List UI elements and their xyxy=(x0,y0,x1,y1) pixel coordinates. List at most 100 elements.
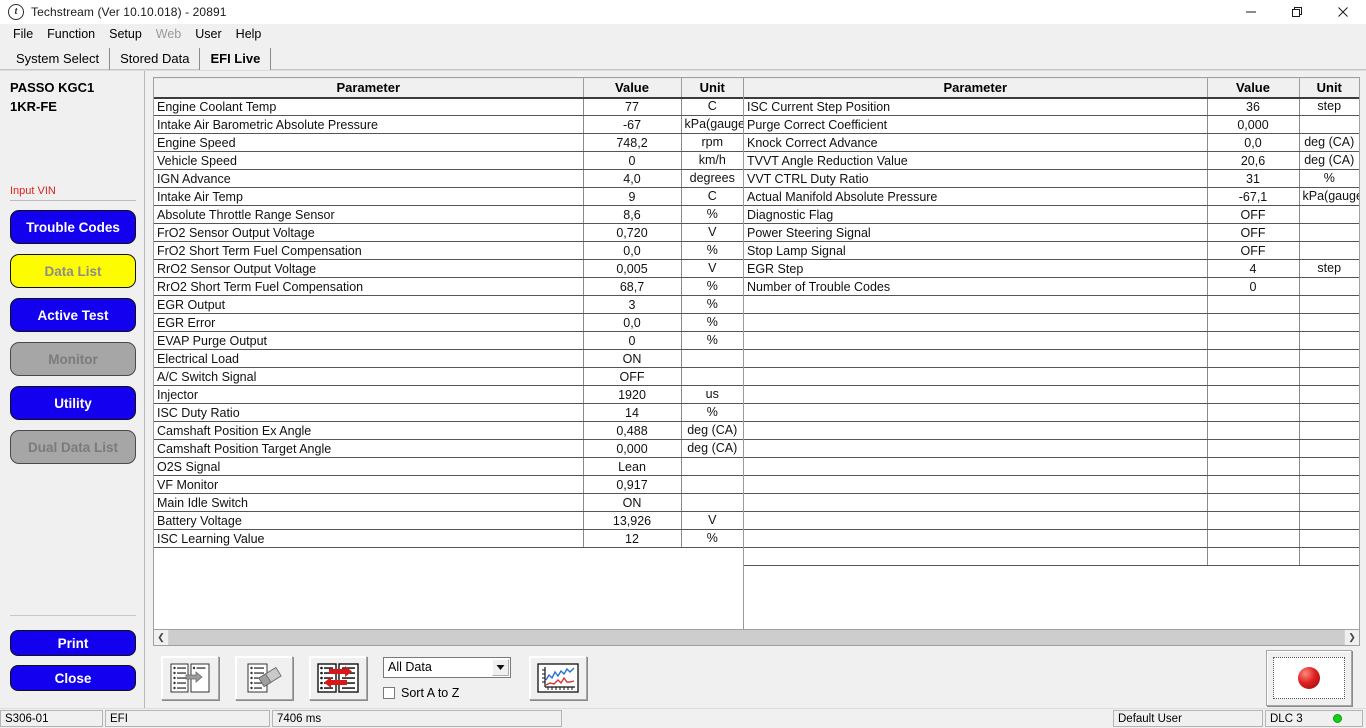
data-filter-select[interactable]: All Data xyxy=(383,656,511,678)
erase-parameters-button[interactable] xyxy=(235,656,293,700)
table-row[interactable]: Electrical Load ON xyxy=(154,349,743,368)
table-row[interactable]: FrO2 Short Term Fuel Compensation 0,0% xyxy=(154,241,743,260)
record-button[interactable] xyxy=(1266,650,1352,706)
sidebar-item-utility[interactable]: Utility xyxy=(10,386,136,420)
table-row[interactable]: EGR Error 0,0% xyxy=(154,313,743,332)
table-row[interactable]: EGR Output 3% xyxy=(154,295,743,314)
table-row[interactable]: ISC Duty Ratio 14% xyxy=(154,403,743,422)
table-row[interactable]: RrO2 Sensor Output Voltage 0,005 V xyxy=(154,259,743,278)
input-vin-label[interactable]: Input VIN xyxy=(10,185,136,198)
maximize-icon[interactable] xyxy=(1274,0,1320,24)
table-row[interactable]: VVT CTRL Duty Ratio 31% xyxy=(744,169,1359,188)
table-row[interactable]: Power Steering Signal OFF xyxy=(744,223,1359,242)
table-row[interactable]: Camshaft Position Ex Angle 0,488 deg (CA) xyxy=(154,421,743,440)
table-row[interactable] xyxy=(744,367,1359,386)
menu-item-file[interactable]: File xyxy=(6,25,40,44)
table-row[interactable]: Stop Lamp Signal OFF xyxy=(744,241,1359,260)
scroll-track[interactable] xyxy=(169,630,1344,645)
table-row[interactable]: Injector 1920 us xyxy=(154,385,743,404)
main-panel: Parameter Value Unit Engine Coolant Temp… xyxy=(145,71,1366,708)
table-row[interactable]: VF Monitor 0,917 xyxy=(154,475,743,494)
table-row[interactable]: Main Idle Switch ON xyxy=(154,493,743,512)
sort-a-to-z-row[interactable]: Sort A to Z xyxy=(383,686,511,700)
header-unit[interactable]: Unit xyxy=(681,78,743,99)
cell-value xyxy=(1207,331,1300,350)
table-row[interactable]: EVAP Purge Output 0% xyxy=(154,331,743,350)
table-row[interactable]: Actual Manifold Absolute Pressure -67,1 kP… xyxy=(744,187,1359,206)
table-row[interactable] xyxy=(744,385,1359,404)
table-row[interactable] xyxy=(744,295,1359,314)
minimize-icon[interactable] xyxy=(1228,0,1274,24)
menu-item-help[interactable]: Help xyxy=(229,25,269,44)
title-bar: t Techstream (Ver 10.10.018) - 20891 xyxy=(0,0,1366,24)
sort-a-to-z-checkbox[interactable] xyxy=(383,686,395,699)
header-parameter[interactable]: Parameter xyxy=(154,78,584,99)
table-row[interactable]: TVVT Angle Reduction Value 20,6 deg (CA) xyxy=(744,151,1359,170)
right-parameter-table: Parameter Value Unit ISC Current Step Po… xyxy=(744,78,1359,566)
tab-stored-data[interactable]: Stored Data xyxy=(110,48,201,70)
menu-item-setup[interactable]: Setup xyxy=(102,25,149,44)
table-row[interactable]: EGR Step 4 step xyxy=(744,259,1359,278)
cell-value: 12 xyxy=(583,529,682,548)
table-row[interactable] xyxy=(744,511,1359,530)
tab-efi-live[interactable]: EFI Live xyxy=(200,48,272,70)
table-row[interactable]: O2S Signal Lean xyxy=(154,457,743,476)
table-row[interactable]: IGN Advance 4,0 degrees xyxy=(154,169,743,188)
table-row[interactable]: ISC Current Step Position 36 step xyxy=(744,97,1359,116)
table-row[interactable]: ISC Learning Value 12% xyxy=(154,529,743,548)
cell-value: ON xyxy=(583,349,682,368)
sidebar-item-active-test[interactable]: Active Test xyxy=(10,298,136,332)
table-row[interactable] xyxy=(744,313,1359,332)
close-button[interactable]: Close xyxy=(10,665,136,691)
table-row[interactable] xyxy=(744,331,1359,350)
header-value[interactable]: Value xyxy=(583,78,682,99)
cell-unit: km/h xyxy=(681,151,743,170)
table-row[interactable] xyxy=(744,529,1359,548)
table-row[interactable] xyxy=(744,475,1359,494)
horizontal-scrollbar[interactable]: ❮ ❯ xyxy=(153,630,1360,646)
table-row[interactable]: Knock Correct Advance 0,0 deg (CA) xyxy=(744,133,1359,152)
table-row[interactable]: Engine Speed 748,2 rpm xyxy=(154,133,743,152)
table-row[interactable]: Camshaft Position Target Angle 0,000 deg (… xyxy=(154,439,743,458)
table-row[interactable] xyxy=(744,349,1359,368)
cell-unit: degrees xyxy=(681,169,743,188)
tab-system-select[interactable]: System Select xyxy=(6,48,111,70)
table-row[interactable] xyxy=(744,547,1359,566)
table-row[interactable]: Engine Coolant Temp 77 C xyxy=(154,97,743,116)
header-parameter[interactable]: Parameter xyxy=(744,78,1208,99)
cell-value: 0,488 xyxy=(583,421,682,440)
table-row[interactable]: Purge Correct Coefficient 0,000 xyxy=(744,115,1359,134)
sidebar-item-trouble-codes[interactable]: Trouble Codes xyxy=(10,210,136,244)
table-row[interactable]: Intake Air Barometric Absolute Pressure -… xyxy=(154,115,743,134)
sidebar-item-data-list[interactable]: Data List xyxy=(10,254,136,288)
table-row[interactable] xyxy=(744,421,1359,440)
scroll-left-icon[interactable]: ❮ xyxy=(154,630,169,645)
vehicle-model-line1: PASSO KGC1 xyxy=(10,80,95,95)
table-row[interactable]: Vehicle Speed 0 km/h xyxy=(154,151,743,170)
table-row[interactable] xyxy=(744,493,1359,512)
table-row[interactable]: Absolute Throttle Range Sensor 8,6% xyxy=(154,205,743,224)
menu-item-function[interactable]: Function xyxy=(40,25,102,44)
select-parameters-button[interactable] xyxy=(161,656,219,700)
print-button[interactable]: Print xyxy=(10,630,136,656)
table-row[interactable] xyxy=(744,457,1359,476)
header-value[interactable]: Value xyxy=(1207,78,1300,99)
table-row[interactable]: RrO2 Short Term Fuel Compensation 68,7% xyxy=(154,277,743,296)
table-row[interactable] xyxy=(744,439,1359,458)
scroll-right-icon[interactable]: ❯ xyxy=(1344,630,1359,645)
swap-columns-button[interactable] xyxy=(309,656,367,700)
table-row[interactable]: Number of Trouble Codes 0 xyxy=(744,277,1359,296)
table-row[interactable] xyxy=(744,403,1359,422)
table-row[interactable]: Diagnostic Flag OFF xyxy=(744,205,1359,224)
status-connection-label: DLC 3 xyxy=(1270,712,1303,725)
right-table-wrapper: Parameter Value Unit ISC Current Step Po… xyxy=(744,78,1360,629)
table-row[interactable]: Intake Air Temp 9 C xyxy=(154,187,743,206)
menu-item-user[interactable]: User xyxy=(188,25,228,44)
graph-view-button[interactable] xyxy=(529,656,587,700)
table-row[interactable]: FrO2 Sensor Output Voltage 0,720 V xyxy=(154,223,743,242)
header-unit[interactable]: Unit xyxy=(1299,78,1359,99)
table-row[interactable]: Battery Voltage 13,926 V xyxy=(154,511,743,530)
close-icon[interactable] xyxy=(1320,0,1366,24)
table-row[interactable]: A/C Switch Signal OFF xyxy=(154,367,743,386)
chevron-down-icon[interactable] xyxy=(492,658,509,676)
